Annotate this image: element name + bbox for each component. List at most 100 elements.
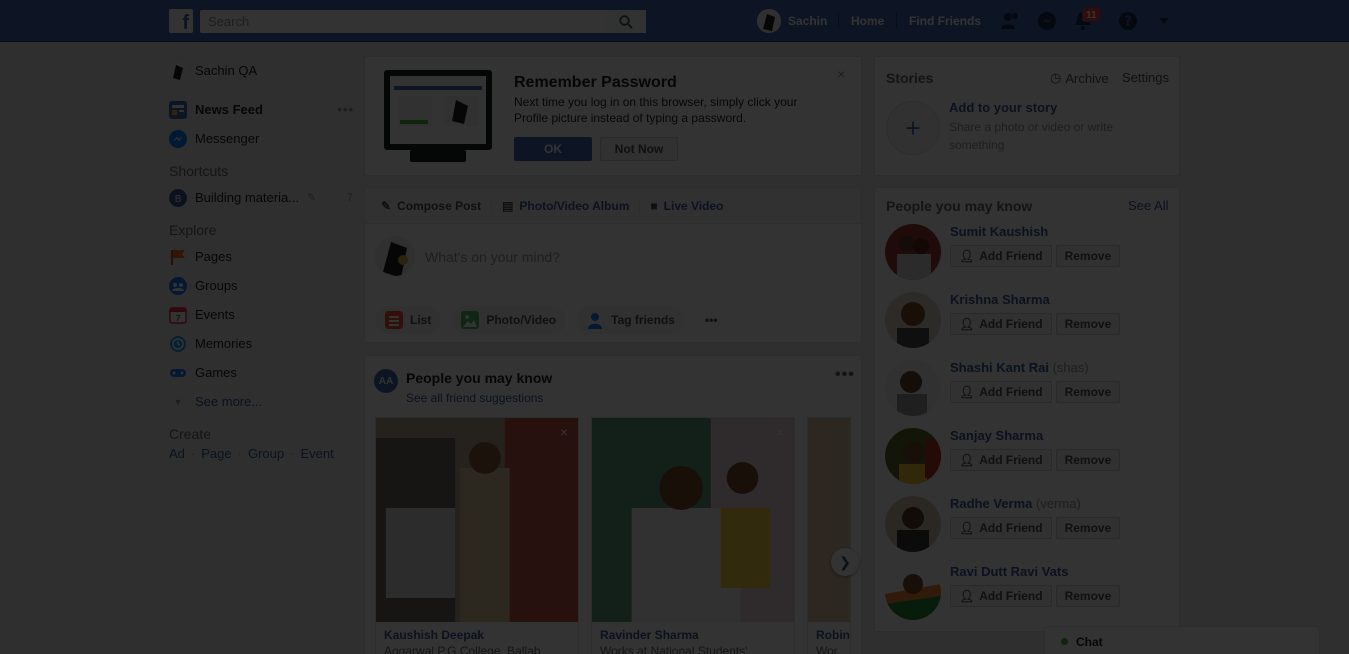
sidebar-profile[interactable]: Sachin QA (169, 56, 354, 85)
person-name[interactable]: Sumit Kaushish (950, 224, 1048, 239)
sidebar-item-news-feed[interactable]: News Feed ••• (169, 95, 354, 124)
add-friend-button[interactable]: 👤︎ Add Friend (950, 585, 1052, 607)
facebook-logo-icon[interactable]: f (169, 9, 193, 33)
news-feed-icon (169, 100, 187, 119)
separator: · (237, 446, 242, 461)
profile-link[interactable]: Sachin (788, 0, 827, 42)
photo-video-button[interactable]: Photo/Video (451, 306, 567, 334)
archive-link[interactable]: ◷ Archive (1050, 70, 1109, 86)
remove-button[interactable]: Remove (1055, 381, 1121, 403)
person-avatar[interactable] (885, 564, 941, 620)
close-icon[interactable]: × (560, 424, 568, 440)
account-menu-chevron-down-icon[interactable] (1153, 10, 1175, 32)
add-story-description: Share a photo or video or write somethin… (949, 120, 1114, 152)
see-all-suggestions-link[interactable]: See all friend suggestions (406, 391, 543, 405)
suggestion-card[interactable]: × Ravinder Sharma Works at National Stud… (591, 417, 795, 654)
remove-button[interactable]: Remove (1055, 517, 1121, 539)
separator: · (290, 446, 295, 461)
person-name-text: Krishna Sharma (950, 292, 1050, 307)
tab-compose-post[interactable]: ✎ Compose Post (371, 198, 493, 213)
create-page-link[interactable]: Page (201, 446, 231, 461)
add-friend-button[interactable]: 👤︎ Add Friend (950, 245, 1052, 267)
remove-button[interactable]: Remove (1055, 449, 1121, 471)
help-icon[interactable]: ? (1117, 10, 1139, 32)
find-friends-link[interactable]: Find Friends (909, 0, 981, 42)
sidebar-item-label: Pages (195, 249, 232, 264)
sidebar-item-label: Memories (195, 336, 253, 351)
close-icon[interactable]: × (837, 66, 845, 82)
person-avatar[interactable] (885, 360, 941, 416)
suggestion-work: Aggarwal P.G.College, Ballab (384, 644, 541, 654)
add-friend-button[interactable]: 👤︎ Add Friend (950, 381, 1052, 403)
search-input[interactable] (200, 10, 646, 33)
sidebar-item-pages[interactable]: Pages (169, 242, 354, 271)
list-button[interactable]: List (375, 306, 442, 334)
person-name[interactable]: Radhe Verma (verma) (950, 496, 1081, 511)
whats-on-your-mind-input[interactable] (425, 246, 845, 268)
sidebar-item-memories[interactable]: Memories (169, 329, 354, 358)
pymk-more-button[interactable]: ••• (835, 366, 855, 384)
left-sidebar: Sachin QA News Feed ••• Messenger Shortc… (169, 56, 354, 461)
suggestion-work: Works at National Students' (600, 644, 748, 654)
person-name[interactable]: Ravi Dutt Ravi Vats (950, 564, 1069, 579)
profile-avatar (169, 61, 187, 80)
chevron-right-icon[interactable]: ❯ (831, 548, 859, 576)
add-friend-button[interactable]: 👤︎ Add Friend (950, 313, 1052, 335)
remember-password-card: Remember Password Next time you log in o… (364, 56, 862, 176)
tab-photo-video-album[interactable]: ▤ Photo/Video Album (492, 198, 641, 213)
suggestion-card[interactable]: × Kaushish Deepak Aggarwal P.G.College, … (375, 417, 579, 654)
close-icon[interactable]: × (776, 424, 784, 440)
chat-bar[interactable]: Chat (1044, 626, 1320, 654)
add-friend-icon: 👤︎ (959, 589, 975, 603)
sidebar-item-games[interactable]: Games (169, 358, 354, 387)
create-group-link[interactable]: Group (248, 446, 284, 461)
svg-text:?: ? (1124, 15, 1132, 30)
friend-requests-icon[interactable] (1000, 10, 1022, 32)
home-link[interactable]: Home (851, 0, 884, 42)
search-button[interactable] (606, 10, 646, 33)
person-name[interactable]: Krishna Sharma (950, 292, 1050, 307)
add-friend-button[interactable]: 👤︎ Add Friend (950, 449, 1052, 471)
add-to-story-link[interactable]: Add to your story (949, 100, 1057, 115)
create-event-link[interactable]: Event (300, 446, 333, 461)
person-name[interactable]: Sanjay Sharma (950, 428, 1043, 443)
suggestion-name[interactable]: Ravinder Sharma (600, 628, 699, 642)
events-calendar-icon: 7 (169, 306, 187, 324)
sidebar-item-events[interactable]: 7 Events (169, 300, 354, 329)
suggestion-name[interactable]: Kaushish Deepak (384, 628, 484, 642)
person-avatar[interactable] (885, 292, 941, 348)
sidebar-item-groups[interactable]: Groups (169, 271, 354, 300)
ok-button[interactable]: OK (514, 137, 592, 161)
composer-more-button[interactable]: ••• (695, 306, 728, 334)
person-name[interactable]: Shashi Kant Rai (shas) (950, 360, 1089, 375)
user-avatar[interactable] (757, 9, 781, 33)
remove-button[interactable]: Remove (1055, 245, 1121, 267)
sidebar-see-more[interactable]: ▼ See more... (169, 387, 354, 416)
stories-settings-link[interactable]: Settings (1122, 70, 1169, 85)
news-feed-more-button[interactable]: ••• (337, 102, 354, 117)
remove-button[interactable]: Remove (1055, 585, 1121, 607)
not-now-button[interactable]: Not Now (600, 137, 678, 161)
add-friend-button[interactable]: 👤︎ Add Friend (950, 517, 1052, 539)
suggestion-name[interactable]: Robin (816, 628, 850, 642)
add-story-plus-icon[interactable]: + (886, 101, 940, 155)
person-avatar[interactable] (885, 496, 941, 552)
suggestion-card[interactable]: Robin Wor (807, 417, 851, 654)
suggestion-photo (592, 418, 794, 622)
separator: · (190, 446, 196, 461)
messenger-icon[interactable] (1036, 10, 1058, 32)
add-friend-icon: 👤︎ (959, 249, 975, 263)
top-navigation-bar: f Sachin Home Find Friends 11 ? (0, 0, 1349, 42)
tab-live-video[interactable]: ■ Live Video (640, 199, 733, 213)
pymk-sidebar-title: People you may know (886, 198, 1033, 214)
pencil-icon[interactable]: ✎ (307, 191, 316, 204)
sidebar-item-messenger[interactable]: Messenger (169, 124, 354, 153)
person-alias: (verma) (1036, 496, 1081, 511)
sidebar-item-shortcut[interactable]: B Building materia... ✎ 7 (169, 183, 354, 212)
remove-button[interactable]: Remove (1055, 313, 1121, 335)
create-ad-link[interactable]: Ad (169, 446, 185, 461)
see-all-link[interactable]: See All (1128, 198, 1168, 213)
person-avatar[interactable] (885, 428, 941, 484)
tag-friends-button[interactable]: Tag friends (576, 306, 685, 334)
person-avatar[interactable] (885, 224, 941, 280)
